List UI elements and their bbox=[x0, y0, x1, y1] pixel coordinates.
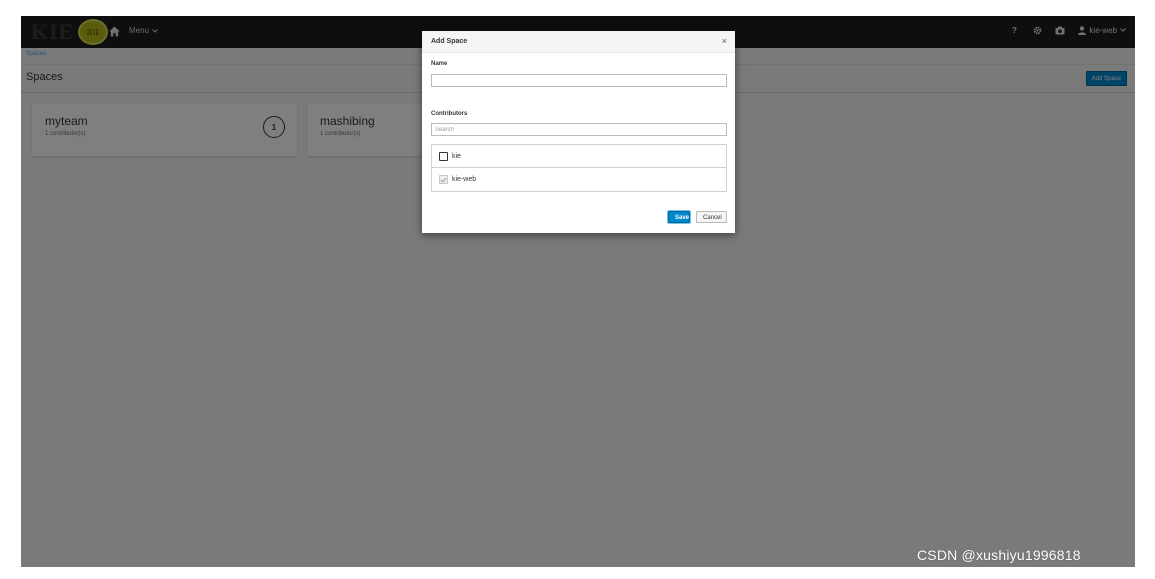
add-space-dialog: Add Space × Name Contributors kie kie-we… bbox=[422, 31, 735, 233]
contributor-label: kie bbox=[452, 152, 461, 160]
search-input[interactable] bbox=[431, 123, 727, 136]
contributor-item-kie-web: kie-web bbox=[432, 168, 726, 191]
name-label: Name bbox=[431, 61, 448, 67]
contributor-checkbox bbox=[439, 175, 448, 184]
app-window: KIE IDE Menu ? kie-web Spaces bbox=[21, 16, 1135, 567]
close-icon[interactable]: × bbox=[722, 37, 727, 46]
watermark: CSDN @xushiyu1996818 bbox=[917, 547, 1081, 563]
contributor-checkbox[interactable] bbox=[439, 151, 448, 161]
contributors-list: kie kie-web bbox=[431, 144, 727, 192]
modal-header: Add Space × bbox=[422, 31, 735, 53]
contributors-label: Contributors bbox=[431, 111, 468, 117]
modal-title: Add Space bbox=[431, 38, 468, 45]
check-icon bbox=[440, 177, 447, 183]
contributor-label: kie-web bbox=[452, 176, 477, 183]
contributor-item-kie[interactable]: kie bbox=[432, 145, 726, 168]
name-input[interactable] bbox=[431, 74, 727, 87]
cancel-button[interactable]: Cancel bbox=[696, 211, 727, 223]
save-button[interactable]: Save bbox=[667, 210, 691, 224]
